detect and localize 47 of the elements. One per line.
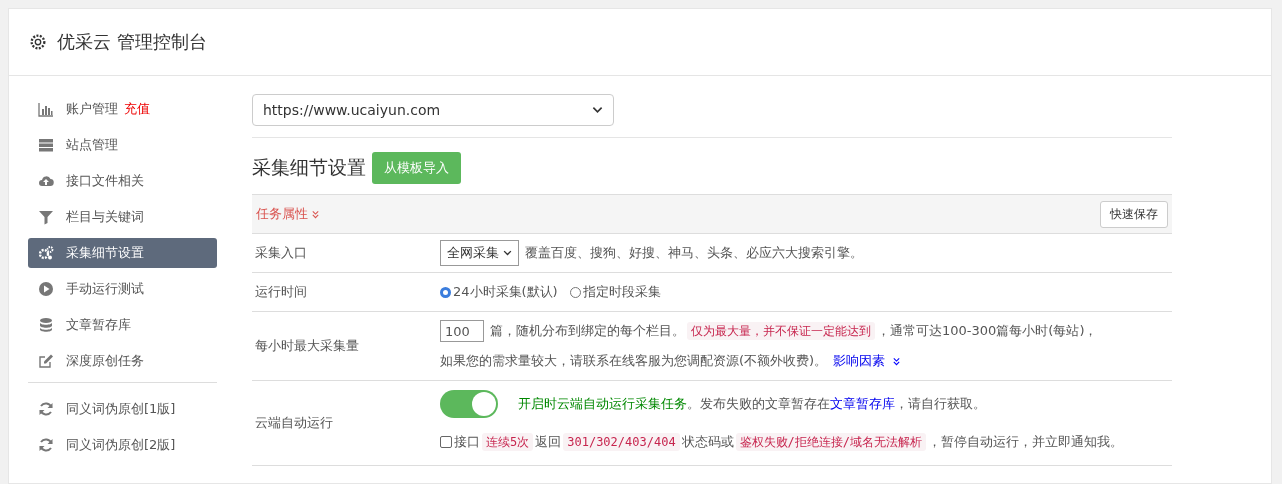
help-text: 开启时云端自动运行采集任务。发布失败的文章暂存在文章暂存库，请自行获取。	[518, 395, 986, 413]
cloud-upload-icon	[38, 173, 54, 189]
radio-option[interactable]: 24小时采集(默认)	[440, 283, 558, 301]
refresh-icon	[38, 437, 54, 453]
quick-save-button[interactable]: 快速保存	[1100, 200, 1168, 228]
site-select[interactable]: https://www.ucaiyun.com	[252, 94, 614, 126]
sidebar-item[interactable]: 文章暂存库	[28, 310, 217, 340]
sidebar-item[interactable]: 接口文件相关	[28, 166, 217, 196]
bar-chart-icon	[38, 101, 54, 117]
field-label: 每小时最大采集量	[255, 337, 360, 355]
help-text: 篇，随机分布到绑定的每个栏目。 仅为最大量，并不保证一定能达到 ，通常可达100-300篇每小时(每站)，	[490, 322, 1098, 340]
field-label: 采集入口	[255, 244, 308, 262]
link[interactable]: 影响因素	[833, 352, 886, 370]
chevron-down-icon	[892, 356, 902, 366]
sidebar-item[interactable]: 账户管理 充值	[28, 94, 217, 124]
checkbox[interactable]	[440, 436, 452, 448]
sidebar-item[interactable]: 采集细节设置	[28, 238, 217, 268]
play-icon	[38, 281, 54, 297]
edit-icon	[38, 353, 54, 369]
sidebar-item[interactable]: 手动运行测试	[28, 274, 217, 304]
link[interactable]: 文章暂存库	[830, 396, 895, 411]
database-icon	[38, 317, 54, 333]
sidebar-item[interactable]: 深度原创任务	[28, 346, 217, 376]
help-text: 覆盖百度、搜狗、好搜、神马、头条、必应六大搜索引擎。	[525, 244, 863, 262]
toggle-switch[interactable]	[440, 390, 498, 418]
recharge-link[interactable]: 充值	[124, 100, 150, 118]
field-label: 云端自动运行	[255, 414, 334, 432]
console-title: 优采云 管理控制台	[57, 30, 207, 54]
radio-option[interactable]: 指定时段采集	[569, 283, 661, 301]
field-label: 运行时间	[255, 283, 308, 301]
panel-toggle[interactable]: 任务属性	[256, 205, 320, 223]
help-text: 如果您的需求量较大，请联系在线客服为您调配资源(不额外收费)。 影响因素	[440, 346, 1098, 376]
settings-icon	[29, 33, 47, 51]
sidebar-item[interactable]: 同义词伪原创[1版]	[28, 394, 217, 424]
caret-icon	[503, 250, 512, 256]
section-title: 采集细节设置	[252, 155, 366, 180]
refresh-icon	[38, 401, 54, 417]
sidebar-item[interactable]: 站点管理	[28, 130, 217, 160]
chevron-down-icon	[311, 209, 320, 219]
caret-icon	[592, 106, 603, 114]
sidebar-item[interactable]: 栏目与关键词	[28, 202, 217, 232]
help-text: 接口 连续5次 返回 301/302/403/404 状态码或 鉴权失败/拒绝连接/域名无法解析 ，暂停自动运行，并立即通知我。	[454, 433, 1124, 451]
filter-icon	[38, 209, 54, 225]
number-field[interactable]: 100	[440, 320, 484, 342]
entry-select[interactable]: 全网采集	[440, 240, 519, 266]
server-icon	[38, 137, 54, 153]
sidebar-item[interactable]: 同义词伪原创[2版]	[28, 430, 217, 460]
